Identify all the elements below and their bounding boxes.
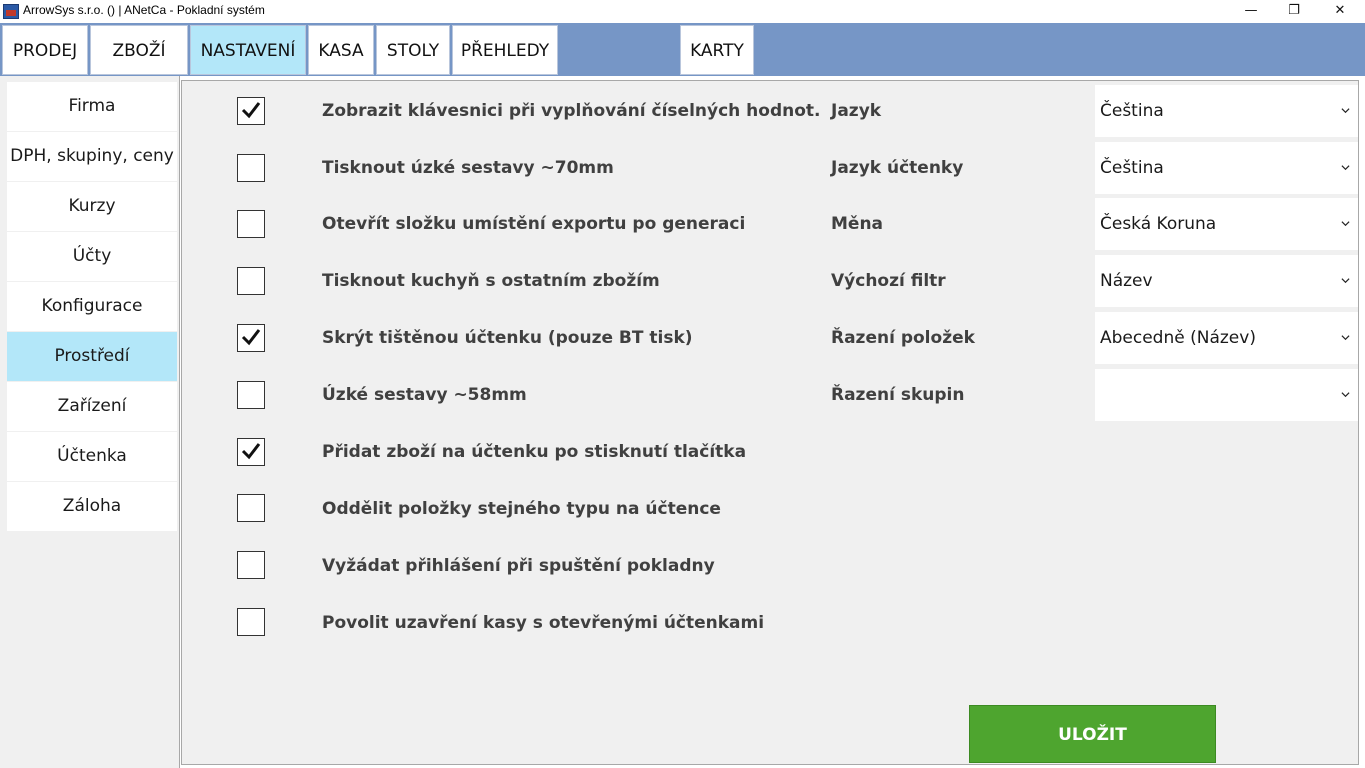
tab-kasa[interactable]: KASA: [308, 25, 374, 75]
chevron-down-icon: [1341, 221, 1350, 227]
checkbox-print-kitchen[interactable]: [237, 267, 265, 295]
chevron-down-icon: [1341, 335, 1350, 341]
tab-stoly[interactable]: STOLY: [376, 25, 450, 75]
language-select[interactable]: Čeština: [1095, 85, 1358, 137]
select-value: Čeština: [1100, 101, 1164, 121]
checkbox-label: Zobrazit klávesnici při vyplňování čísel…: [322, 101, 821, 121]
checkbox-allow-close-cash[interactable]: [237, 608, 265, 636]
close-button[interactable]: ✕: [1317, 0, 1363, 22]
select-value: Název: [1100, 271, 1153, 291]
default-filter-select[interactable]: Název: [1095, 255, 1358, 307]
checkbox-require-login[interactable]: [237, 551, 265, 579]
checkbox-label: Přidat zboží na účtenku po stisknutí tla…: [322, 442, 747, 462]
restore-button[interactable]: ❐: [1271, 0, 1317, 22]
settings-sidebar: Firma DPH, skupiny, ceny Kurzy Účty Konf…: [0, 76, 180, 768]
title-bar: ArrowSys s.r.o. () | ANetCa - Pokladní s…: [0, 0, 1365, 23]
select-value: Abecedně (Název): [1100, 328, 1256, 348]
group-sort-label: Řazení skupin: [831, 385, 965, 405]
minimize-button[interactable]: —: [1228, 0, 1274, 22]
tab-karty[interactable]: KARTY: [680, 25, 754, 75]
checkbox-label: Povolit uzavření kasy s otevřenými účten…: [322, 613, 765, 633]
window-title: ArrowSys s.r.o. () | ANetCa - Pokladní s…: [23, 3, 265, 17]
checkbox-narrow-70mm[interactable]: [237, 154, 265, 182]
checkbox-narrow-58mm[interactable]: [237, 381, 265, 409]
tab-nastaveni[interactable]: NASTAVENÍ: [190, 25, 306, 75]
chevron-down-icon: [1341, 108, 1350, 114]
checkbox-show-keyboard[interactable]: [237, 97, 265, 125]
sidebar-item-konfigurace[interactable]: Konfigurace: [7, 282, 177, 331]
checkbox-separate-items[interactable]: [237, 494, 265, 522]
checkbox-label: Oddělit položky stejného typu na účtence: [322, 499, 721, 519]
currency-label: Měna: [831, 214, 884, 234]
sidebar-item-dph[interactable]: DPH, skupiny, ceny: [7, 132, 177, 181]
chevron-down-icon: [1341, 165, 1350, 171]
app-icon: [3, 4, 19, 19]
top-navigation: PRODEJ ZBOŽÍ NASTAVENÍ KASA STOLY PŘEHLE…: [0, 23, 1365, 76]
sidebar-item-zaloha[interactable]: Záloha: [7, 482, 177, 531]
sidebar-item-kurzy[interactable]: Kurzy: [7, 182, 177, 231]
save-button[interactable]: ULOŽIT: [969, 705, 1216, 763]
checkbox-label: Otevřít složku umístění exportu po gener…: [322, 214, 746, 234]
checkbox-label: Vyžádat přihlášení při spuštění pokladny: [322, 556, 715, 576]
chevron-down-icon: [1341, 392, 1350, 398]
checkmark-icon: [241, 102, 261, 119]
sidebar-item-uctenka[interactable]: Účtenka: [7, 432, 177, 481]
checkbox-label: Tisknout úzké sestavy ~70mm: [322, 158, 614, 178]
receipt-language-select[interactable]: Čeština: [1095, 142, 1358, 194]
checkbox-label: Tisknout kuchyň s ostatním zbožím: [322, 271, 660, 291]
group-sort-select[interactable]: [1095, 369, 1358, 421]
tab-zbozi[interactable]: ZBOŽÍ: [90, 25, 188, 75]
tab-prodej[interactable]: PRODEJ: [2, 25, 88, 75]
checkbox-hide-receipt[interactable]: [237, 324, 265, 352]
default-filter-label: Výchozí filtr: [831, 271, 946, 291]
settings-panel: Zobrazit klávesnici při vyplňování čísel…: [181, 80, 1359, 765]
select-value: Česká Koruna: [1100, 214, 1217, 234]
item-sort-select[interactable]: Abecedně (Název): [1095, 312, 1358, 364]
sidebar-item-zarizeni[interactable]: Zařízení: [7, 382, 177, 431]
tab-prehledy[interactable]: PŘEHLEDY: [452, 25, 558, 75]
chevron-down-icon: [1341, 278, 1350, 284]
checkbox-label: Úzké sestavy ~58mm: [322, 385, 527, 405]
checkmark-icon: [241, 443, 261, 460]
checkbox-label: Skrýt tištěnou účtenku (pouze BT tisk): [322, 328, 693, 348]
checkmark-icon: [241, 329, 261, 346]
sidebar-item-firma[interactable]: Firma: [7, 82, 177, 131]
receipt-language-label: Jazyk účtenky: [831, 158, 964, 178]
select-value: Čeština: [1100, 158, 1164, 178]
language-label: Jazyk: [831, 101, 882, 121]
checkbox-add-on-click[interactable]: [237, 438, 265, 466]
sidebar-item-ucty[interactable]: Účty: [7, 232, 177, 281]
checkbox-open-export-folder[interactable]: [237, 210, 265, 238]
item-sort-label: Řazení položek: [831, 328, 975, 348]
sidebar-item-prostredi[interactable]: Prostředí: [7, 332, 177, 381]
currency-select[interactable]: Česká Koruna: [1095, 198, 1358, 250]
